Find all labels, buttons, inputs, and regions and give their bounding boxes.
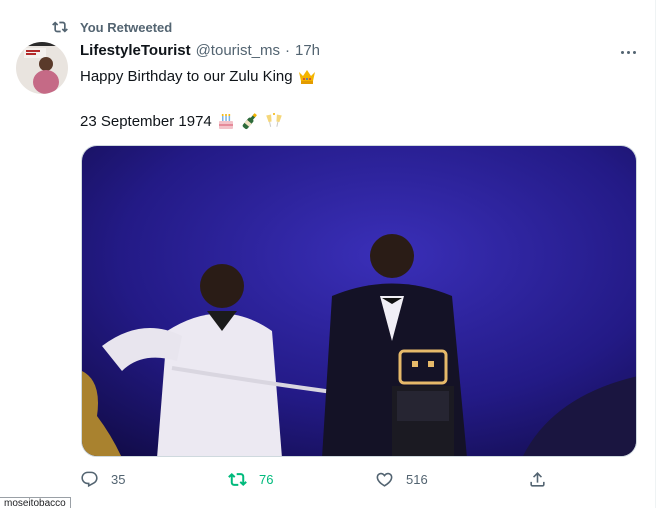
- heart-icon: [376, 472, 393, 487]
- like-count: 516: [406, 472, 428, 487]
- separator-dot: ·: [285, 42, 290, 59]
- reply-button[interactable]: 35: [80, 470, 125, 489]
- retweet-context-label: You Retweeted: [80, 19, 173, 35]
- avatar[interactable]: [16, 42, 68, 94]
- tweet-timestamp[interactable]: 17h: [295, 42, 320, 59]
- tweet-text-line-2: 23 September 1974: [80, 111, 284, 131]
- share-icon: [530, 472, 545, 487]
- like-button[interactable]: 516: [375, 470, 428, 489]
- tweet-header: LifestyleTourist @tourist_ms · 17h: [80, 42, 320, 59]
- tweet-text-date: 23 September 1974: [80, 112, 212, 130]
- share-button[interactable]: [528, 470, 547, 489]
- reply-count: 35: [111, 472, 126, 487]
- tweet-card[interactable]: You Retweeted LifestyleTourist @tourist_…: [0, 0, 656, 508]
- crown-emoji-icon: [298, 70, 315, 84]
- author-handle[interactable]: @tourist_ms: [196, 42, 280, 59]
- champagne-bottle-emoji-icon: [242, 113, 257, 130]
- tweet-actions: 35 76 516: [80, 470, 550, 496]
- status-tooltip: moseitobacco: [0, 497, 71, 508]
- tweet-photo[interactable]: [81, 145, 637, 457]
- clinking-glasses-emoji-icon: [265, 113, 282, 127]
- retweet-icon: [52, 21, 68, 33]
- retweet-count: 76: [259, 472, 274, 487]
- more-options-icon[interactable]: [614, 40, 642, 64]
- author-name[interactable]: LifestyleTourist: [80, 42, 191, 59]
- reply-icon: [81, 471, 98, 488]
- retweet-button[interactable]: 76: [228, 470, 273, 489]
- tweet-text-line-1: Happy Birthday to our Zulu King: [80, 66, 317, 86]
- retweet-context: You Retweeted: [52, 17, 172, 37]
- retweet-icon: [228, 473, 247, 486]
- tweet-text-main: Happy Birthday to our Zulu King: [80, 67, 293, 85]
- birthday-cake-emoji-icon: [218, 114, 233, 129]
